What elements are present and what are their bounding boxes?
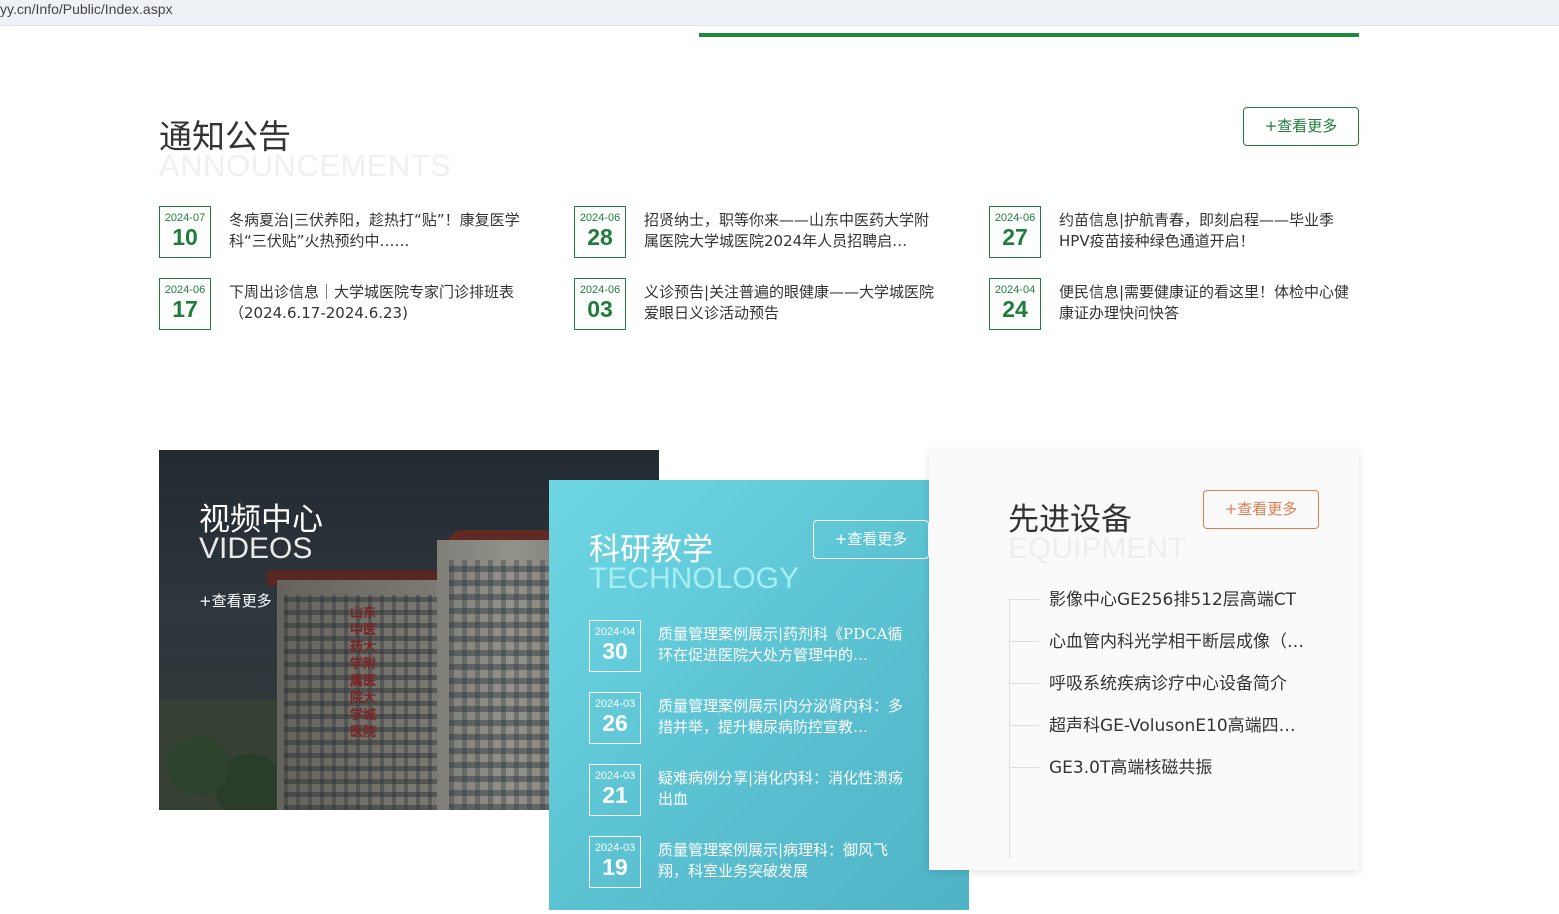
- date-month: 2024-03: [594, 770, 636, 782]
- equipment-link[interactable]: 心血管内科光学相干断层成像（…: [1049, 630, 1329, 654]
- timeline-tick: [1009, 767, 1039, 768]
- research-link[interactable]: 质量管理案例展示|药剂科《PDCA循环在促进医院大处方管理中的…: [658, 624, 908, 666]
- research-subtitle: TECHNOLOGY: [589, 562, 800, 595]
- date-badge: 2024-06 27: [989, 206, 1041, 258]
- notice-link[interactable]: 冬病夏治|三伏养阳，趁热打“贴”！康复医学科“三伏贴”火热预约中……: [229, 210, 524, 252]
- date-month: 2024-03: [594, 698, 636, 710]
- research-item[interactable]: 2024-03 19 质量管理案例展示|病理科：御风飞翔，科室业务突破发展: [589, 836, 929, 888]
- equipment-more-button[interactable]: +查看更多: [1203, 490, 1319, 529]
- date-badge: 2024-03 19: [589, 836, 641, 888]
- date-day: 26: [602, 710, 628, 736]
- equipment-item[interactable]: 心血管内科光学相干断层成像（…: [1009, 630, 1339, 654]
- equipment-link[interactable]: 呼吸系统疾病诊疗中心设备简介: [1049, 672, 1329, 696]
- research-link[interactable]: 质量管理案例展示|病理科：御风飞翔，科室业务突破发展: [658, 840, 908, 882]
- timeline-tick: [1009, 641, 1039, 642]
- date-day: 24: [1002, 296, 1028, 322]
- date-day: 03: [587, 296, 613, 322]
- date-badge: 2024-06 17: [159, 278, 211, 330]
- equipment-link[interactable]: 超声科GE-VolusonE10高端四…: [1049, 714, 1329, 738]
- equipment-panel: 先进设备 EQUIPMENT +查看更多 影像中心GE256排512层高端CT …: [929, 450, 1359, 870]
- research-item[interactable]: 2024-03 26 质量管理案例展示|内分泌肾内科：多措并举，提升糖尿病防控宣…: [589, 692, 929, 744]
- announcements-more-button[interactable]: +查看更多: [1243, 107, 1359, 146]
- notice-item[interactable]: 2024-06 27 约苗信息|护航青春，即刻启程——毕业季HPV疫苗接种绿色通…: [989, 206, 1369, 258]
- notice-link[interactable]: 下周出诊信息｜大学城医院专家门诊排班表（2024.6.17-2024.6.23): [229, 282, 524, 324]
- equipment-subtitle: EQUIPMENT: [1008, 532, 1187, 565]
- section-divider: [699, 33, 1359, 37]
- date-day: 21: [602, 782, 628, 808]
- date-badge: 2024-06 03: [574, 278, 626, 330]
- url-text[interactable]: yy.cn/Info/Public/Index.aspx: [0, 1, 173, 17]
- date-day: 28: [587, 224, 613, 250]
- date-day: 19: [602, 854, 628, 880]
- research-item[interactable]: 2024-03 21 疑难病例分享|消化内科：消化性溃疡出血: [589, 764, 929, 816]
- date-day: 27: [1002, 224, 1028, 250]
- notice-link[interactable]: 便民信息|需要健康证的看这里！体检中心健康证办理快问快答: [1059, 282, 1354, 324]
- date-month: 2024-06: [579, 212, 621, 224]
- date-month: 2024-04: [994, 284, 1036, 296]
- equipment-item[interactable]: GE3.0T高端核磁共振: [1009, 756, 1339, 780]
- videos-subtitle: VIDEOS: [199, 532, 313, 565]
- equipment-item[interactable]: 影像中心GE256排512层高端CT: [1009, 588, 1339, 612]
- date-month: 2024-04: [594, 626, 636, 638]
- notice-link[interactable]: 约苗信息|护航青春，即刻启程——毕业季HPV疫苗接种绿色通道开启！: [1059, 210, 1354, 252]
- date-month: 2024-06: [994, 212, 1036, 224]
- date-month: 2024-07: [164, 212, 206, 224]
- notice-item[interactable]: 2024-06 17 下周出诊信息｜大学城医院专家门诊排班表（2024.6.17…: [159, 278, 539, 330]
- videos-more-link[interactable]: +查看更多: [199, 590, 272, 611]
- equipment-item[interactable]: 呼吸系统疾病诊疗中心设备简介: [1009, 672, 1339, 696]
- date-badge: 2024-04 24: [989, 278, 1041, 330]
- notice-link[interactable]: 义诊预告|关注普遍的眼健康——大学城医院爱眼日义诊活动预告: [644, 282, 939, 324]
- date-badge: 2024-06 28: [574, 206, 626, 258]
- date-month: 2024-06: [579, 284, 621, 296]
- notice-item[interactable]: 2024-04 24 便民信息|需要健康证的看这里！体检中心健康证办理快问快答: [989, 278, 1369, 330]
- announcements-subtitle: ANNOUNCEMENTS: [159, 148, 452, 183]
- timeline-tick: [1009, 683, 1039, 684]
- date-badge: 2024-04 30: [589, 620, 641, 672]
- date-day: 30: [602, 638, 628, 664]
- notice-item[interactable]: 2024-07 10 冬病夏治|三伏养阳，趁热打“贴”！康复医学科“三伏贴”火热…: [159, 206, 539, 258]
- equipment-item[interactable]: 超声科GE-VolusonE10高端四…: [1009, 714, 1339, 738]
- date-day: 10: [172, 224, 198, 250]
- equipment-link[interactable]: GE3.0T高端核磁共振: [1049, 756, 1329, 780]
- notice-item[interactable]: 2024-06 03 义诊预告|关注普遍的眼健康——大学城医院爱眼日义诊活动预告: [574, 278, 954, 330]
- research-link[interactable]: 质量管理案例展示|内分泌肾内科：多措并举，提升糖尿病防控宣教…: [658, 696, 908, 738]
- research-more-button[interactable]: +查看更多: [813, 520, 929, 559]
- date-month: 2024-03: [594, 842, 636, 854]
- research-panel: 科研教学 TECHNOLOGY +查看更多 2024-04 30 质量管理案例展…: [549, 480, 969, 910]
- research-item[interactable]: 2024-04 30 质量管理案例展示|药剂科《PDCA循环在促进医院大处方管理…: [589, 620, 929, 672]
- date-badge: 2024-07 10: [159, 206, 211, 258]
- equipment-link[interactable]: 影像中心GE256排512层高端CT: [1049, 588, 1329, 612]
- timeline-tick: [1009, 599, 1039, 600]
- date-badge: 2024-03 26: [589, 692, 641, 744]
- date-day: 17: [172, 296, 198, 322]
- research-link[interactable]: 疑难病例分享|消化内科：消化性溃疡出血: [658, 768, 908, 810]
- notice-item[interactable]: 2024-06 28 招贤纳士，职等你来——山东中医药大学附属医院大学城医院20…: [574, 206, 954, 258]
- date-badge: 2024-03 21: [589, 764, 641, 816]
- timeline-tick: [1009, 725, 1039, 726]
- notice-link[interactable]: 招贤纳士，职等你来——山东中医药大学附属医院大学城医院2024年人员招聘启…: [644, 210, 939, 252]
- address-bar[interactable]: yy.cn/Info/Public/Index.aspx: [0, 0, 1559, 26]
- date-month: 2024-06: [164, 284, 206, 296]
